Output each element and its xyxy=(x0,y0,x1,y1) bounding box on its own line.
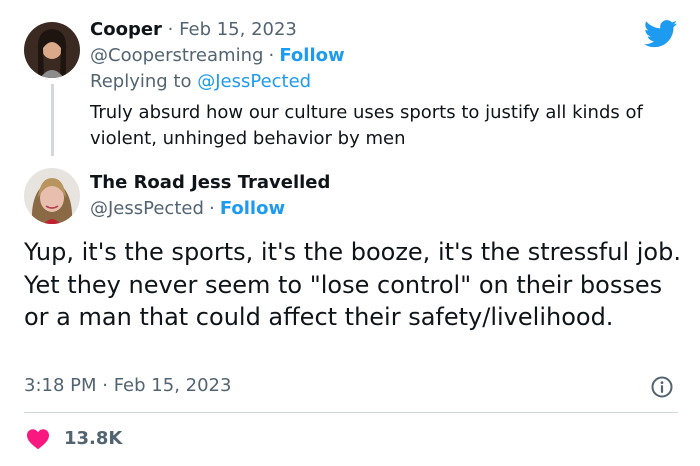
replying-to-handle[interactable]: @JessPected xyxy=(197,71,311,92)
parent-separator: · xyxy=(167,19,174,40)
replying-to-line: Replying to @JessPected xyxy=(90,71,311,92)
parent-author-handle[interactable]: @Cooperstreaming xyxy=(90,45,263,66)
tweet-divider xyxy=(24,412,678,413)
main-author-avatar[interactable] xyxy=(24,168,80,224)
parent-tweet-header: Cooper · Feb 15, 2023 xyxy=(90,19,297,40)
parent-handle-row: @Cooperstreaming · Follow xyxy=(90,45,345,66)
main-tweet-text: Yup, it's the sports, it's the booze, it… xyxy=(24,238,681,331)
parent-author-avatar[interactable] xyxy=(24,22,80,78)
main-follow-button[interactable]: Follow xyxy=(220,198,285,219)
main-tweet-timestamp[interactable]: 3:18 PM · Feb 15, 2023 xyxy=(24,375,231,396)
parent-handle-separator: · xyxy=(268,45,275,66)
heart-icon[interactable] xyxy=(26,428,50,450)
replying-to-prefix: Replying to xyxy=(90,71,192,92)
main-author-handle[interactable]: @JessPected xyxy=(90,198,204,219)
parent-tweet-date[interactable]: Feb 15, 2023 xyxy=(179,19,297,40)
thread-connector-line xyxy=(51,84,54,156)
like-count[interactable]: 13.8K xyxy=(64,428,122,449)
main-handle-separator: · xyxy=(208,198,215,219)
parent-author-name[interactable]: Cooper xyxy=(90,19,162,40)
main-author-name[interactable]: The Road Jess Travelled xyxy=(90,172,330,193)
parent-tweet-text: Truly absurd how our culture uses sports… xyxy=(90,102,643,149)
twitter-bird-icon[interactable] xyxy=(643,20,678,48)
parent-follow-button[interactable]: Follow xyxy=(279,45,344,66)
main-handle-row: @JessPected · Follow xyxy=(90,198,285,219)
info-icon[interactable] xyxy=(650,375,674,399)
